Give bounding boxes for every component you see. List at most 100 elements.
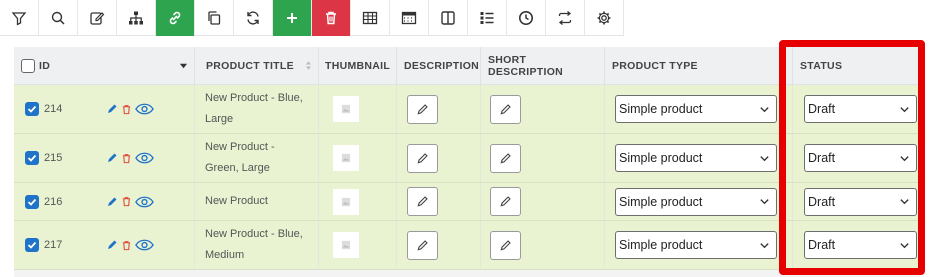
image-icon: [341, 240, 351, 250]
swap-icon: [558, 10, 572, 26]
thumbnail-cell: [319, 134, 397, 182]
pencil-icon: [417, 239, 428, 250]
filter-button[interactable]: [0, 0, 39, 36]
refresh-button[interactable]: [234, 0, 273, 36]
swap-button[interactable]: [546, 0, 585, 36]
add-button[interactable]: [273, 0, 312, 36]
sort-icon[interactable]: [305, 60, 312, 71]
history-button[interactable]: [507, 0, 546, 36]
image-icon: [341, 104, 351, 114]
pencil-icon: [500, 239, 511, 250]
image-icon: [341, 153, 351, 163]
pencil-icon[interactable]: [106, 152, 118, 164]
edit-description-button[interactable]: [407, 230, 438, 260]
edit-short-description-button[interactable]: [490, 143, 521, 173]
trash-icon[interactable]: [121, 104, 132, 115]
columns-button[interactable]: [429, 0, 468, 36]
chevron-down-icon: [760, 242, 769, 248]
list-icon: [480, 12, 494, 24]
pencil-icon: [417, 196, 428, 207]
edit-short-description-button[interactable]: [490, 230, 521, 260]
header-product-type: PRODUCT TYPE: [605, 47, 793, 84]
thumbnail-cell: [319, 221, 397, 269]
product-type-select[interactable]: Simple product: [615, 231, 777, 259]
toolbar: [0, 0, 624, 36]
spreadsheet-button[interactable]: [390, 0, 429, 36]
trash-icon[interactable]: [121, 153, 132, 164]
thumbnail-placeholder[interactable]: [333, 232, 359, 258]
product-type-select[interactable]: Simple product: [615, 95, 777, 123]
header-id[interactable]: ID: [14, 47, 195, 84]
row-checkbox[interactable]: [25, 238, 39, 252]
settings-button[interactable]: [585, 0, 624, 36]
product-type-select[interactable]: Simple product: [615, 144, 777, 172]
search-icon: [51, 11, 65, 25]
row-checkbox[interactable]: [25, 151, 39, 165]
edit-short-description-button[interactable]: [490, 187, 521, 216]
edit-icon: [90, 12, 105, 25]
eye-icon[interactable]: [135, 196, 154, 208]
sort-down-icon[interactable]: [179, 61, 188, 70]
product-title-line: Medium: [205, 249, 245, 261]
eye-icon[interactable]: [135, 239, 154, 251]
pencil-icon[interactable]: [106, 239, 118, 251]
description-cell: [397, 85, 481, 133]
row-checkbox[interactable]: [25, 194, 39, 209]
product-type-value: Simple product: [619, 194, 703, 209]
title-cell[interactable]: New Product - Blue, Medium: [195, 221, 319, 269]
pencil-icon: [500, 196, 511, 207]
eye-icon[interactable]: [135, 152, 154, 164]
status-column-highlight: [779, 40, 925, 275]
link-button[interactable]: [156, 0, 195, 36]
trash-icon[interactable]: [121, 240, 132, 251]
check-icon: [27, 241, 37, 249]
trash-icon[interactable]: [121, 196, 132, 207]
table-view-button[interactable]: [351, 0, 390, 36]
row-id: 214: [44, 103, 63, 115]
header-thumbnail-label: THUMBNAIL: [325, 59, 391, 72]
list-button[interactable]: [468, 0, 507, 36]
product-type-cell: Simple product: [605, 85, 793, 133]
chevron-down-icon: [760, 106, 769, 112]
product-type-cell: Simple product: [605, 183, 793, 220]
edit-description-button[interactable]: [407, 94, 438, 124]
header-title-label: PRODUCT TITLE: [206, 59, 294, 72]
check-icon: [27, 154, 37, 162]
pencil-icon[interactable]: [106, 103, 118, 115]
title-cell[interactable]: New Product - Blue, Large: [195, 85, 319, 133]
pencil-icon: [500, 103, 511, 114]
header-title[interactable]: PRODUCT TITLE: [195, 47, 319, 84]
table-icon: [362, 11, 378, 25]
pencil-icon[interactable]: [106, 196, 118, 208]
header-product-type-label: PRODUCT TYPE: [612, 59, 698, 72]
chevron-down-icon: [760, 199, 769, 205]
bulk-edit-button[interactable]: [78, 0, 117, 36]
row-actions: [106, 196, 154, 208]
sitemap-icon: [129, 11, 143, 25]
product-title-line: New Product - Blue,: [205, 92, 303, 104]
edit-description-button[interactable]: [407, 187, 438, 216]
product-title-line: Green, Large: [205, 162, 270, 174]
row-actions: [106, 103, 154, 115]
delete-button[interactable]: [312, 0, 351, 36]
product-type-value: Simple product: [619, 151, 703, 165]
select-all-checkbox[interactable]: [21, 58, 35, 73]
duplicate-button[interactable]: [195, 0, 234, 36]
edit-short-description-button[interactable]: [490, 94, 521, 124]
thumbnail-placeholder[interactable]: [333, 145, 359, 171]
thumbnail-placeholder[interactable]: [333, 188, 359, 215]
edit-description-button[interactable]: [407, 143, 438, 173]
hierarchy-button[interactable]: [117, 0, 156, 36]
thumbnail-cell: [319, 85, 397, 133]
eye-icon[interactable]: [135, 103, 154, 115]
title-cell[interactable]: New Product - Green, Large: [195, 134, 319, 182]
id-cell: 217: [14, 221, 195, 269]
row-checkbox[interactable]: [25, 102, 39, 116]
refresh-icon: [247, 11, 259, 25]
product-type-select[interactable]: Simple product: [615, 187, 777, 216]
product-type-value: Simple product: [619, 102, 703, 116]
title-cell[interactable]: New Product: [195, 183, 319, 220]
header-description-label: DESCRIPTION: [404, 59, 480, 72]
search-button[interactable]: [39, 0, 78, 36]
thumbnail-placeholder[interactable]: [333, 96, 359, 122]
